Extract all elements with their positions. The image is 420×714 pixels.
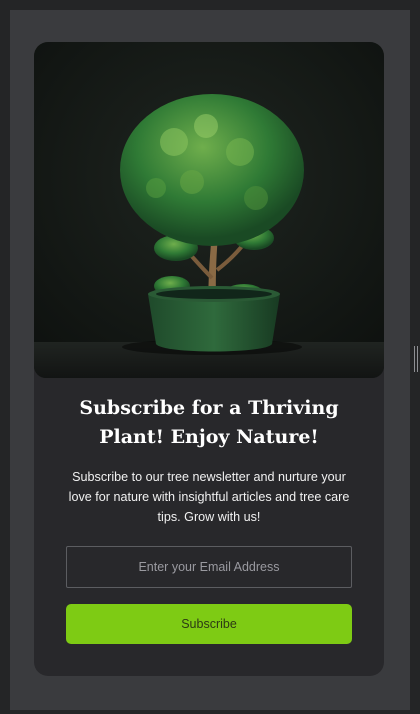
newsletter-description: Subscribe to our tree newsletter and nur… [68,470,350,524]
scrollbar-handle[interactable] [414,346,418,372]
subscribe-button[interactable]: Subscribe [66,604,352,644]
newsletter-card: Subscribe for a Thriving Plant! Enjoy Na… [34,42,384,676]
email-input[interactable] [66,546,352,588]
hero-image [34,42,384,378]
newsletter-headline: Subscribe for a Thriving Plant! Enjoy Na… [79,397,339,448]
